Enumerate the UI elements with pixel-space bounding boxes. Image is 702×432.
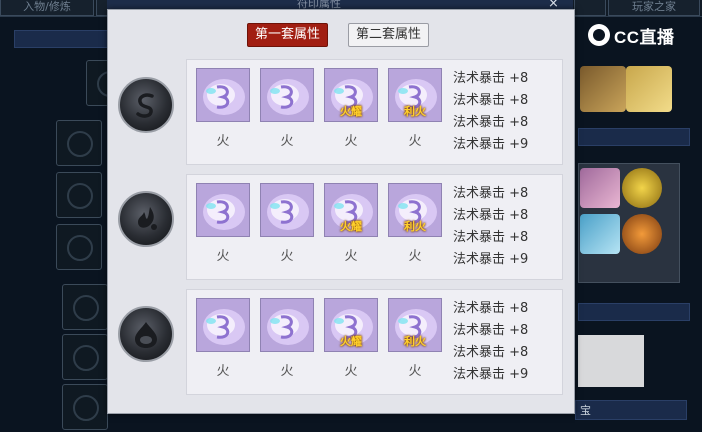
attribute-text: 法术暴击 +8 [453,345,529,360]
background-slot[interactable] [62,384,108,430]
attribute-text: 法术暴击 +9 [453,137,529,152]
background-slot[interactable] [56,120,102,166]
background-slot[interactable] [56,172,102,218]
attribute-text: 法术暴击 +8 [453,186,529,201]
background-slot[interactable] [56,224,102,270]
gem-slot[interactable]: 火耀 [324,68,378,122]
attribute-text: 法术暴击 +8 [453,208,529,223]
crystal-gem-icon [267,309,309,345]
background-section-bar [578,303,690,321]
attribute-text: 法术暴击 +8 [453,301,529,316]
rune-row: 火耀 利火 火 火 火 火 法术暴击 +8 法术暴击 +8 法术暴击 +8 法术… [186,59,563,165]
crystal-gem-icon [203,194,245,230]
flame-rune-icon[interactable] [118,191,174,247]
background-tab-4[interactable]: 玩家之家 [608,0,700,16]
attribute-text: 法术暴击 +8 [453,115,529,130]
attribute-text: 法术暴击 +8 [453,71,529,86]
background-item-icon[interactable] [626,66,672,112]
gem-badge: 利火 [404,220,426,233]
gem-name: 火 [216,134,230,149]
gem-name: 火 [408,364,422,379]
cc-logo-icon [588,24,610,46]
rune-attributes-popup: 第一套属性 第二套属性 火耀 利火 火 火 火 火 法术暴击 +8 法术暴击 +… [107,9,575,414]
gem-name: 火 [216,364,230,379]
gem-badge: 利火 [404,105,426,118]
gem-badge: 利火 [404,335,426,348]
gem-name: 火 [216,249,230,264]
gem-name: 火 [408,249,422,264]
rune-row: 火耀 利火 火 火 火 火 法术暴击 +8 法术暴击 +8 法术暴击 +8 法术… [186,289,563,395]
background-item-icon[interactable] [580,168,620,208]
attribute-text: 法术暴击 +8 [453,323,529,338]
crystal-gem-icon [267,194,309,230]
attribute-text: 法术暴击 +9 [453,367,529,382]
cc-live-logo: CC直播 [588,24,675,47]
background-item-icon[interactable] [622,168,662,208]
tab-second-set[interactable]: 第二套属性 [348,23,430,47]
background-header-bar [14,30,108,48]
attribute-text: 法术暴击 +8 [453,230,529,245]
attribute-text: 法术暴击 +8 [453,93,529,108]
gem-badge: 火耀 [340,220,362,233]
background-tab-1[interactable]: 入物/修炼 [0,0,94,16]
background-bottom-label: 宝 [575,400,687,420]
gem-slot[interactable] [196,68,250,122]
background-slot[interactable] [62,334,108,380]
background-tab-3[interactable] [574,0,606,16]
background-slot[interactable] [62,284,108,330]
background-gray-box [578,335,644,387]
crystal-gem-icon [203,309,245,345]
gem-name: 火 [280,249,294,264]
swirl-rune-icon[interactable] [118,77,174,133]
gem-badge: 火耀 [340,335,362,348]
gem-slot[interactable] [196,298,250,352]
background-item-icon[interactable] [622,214,662,254]
gem-slot[interactable] [260,68,314,122]
gem-badge: 火耀 [340,105,362,118]
gem-slot[interactable] [260,298,314,352]
gem-slot[interactable]: 利火 [388,298,442,352]
background-item-icon[interactable] [580,214,620,254]
gem-slot[interactable]: 利火 [388,183,442,237]
crystal-gem-icon [267,79,309,115]
crystal-gem-icon [203,79,245,115]
gem-name: 火 [408,134,422,149]
logo-text: CC直播 [614,27,675,47]
gem-slot[interactable] [260,183,314,237]
gem-name: 火 [344,134,358,149]
gem-slot[interactable] [196,183,250,237]
rune-row: 火耀 利火 火 火 火 火 法术暴击 +8 法术暴击 +8 法术暴击 +8 法术… [186,174,563,280]
background-item-icon[interactable] [580,66,626,112]
gem-name: 火 [344,249,358,264]
attribute-text: 法术暴击 +9 [453,252,529,267]
gem-name: 火 [280,134,294,149]
tab-first-set[interactable]: 第一套属性 [247,23,329,47]
droplet-rune-icon[interactable] [118,306,174,362]
background-section-bar [578,128,690,146]
gem-slot[interactable]: 火耀 [324,183,378,237]
gem-name: 火 [344,364,358,379]
gem-slot[interactable]: 利火 [388,68,442,122]
gem-slot[interactable]: 火耀 [324,298,378,352]
gem-name: 火 [280,364,294,379]
